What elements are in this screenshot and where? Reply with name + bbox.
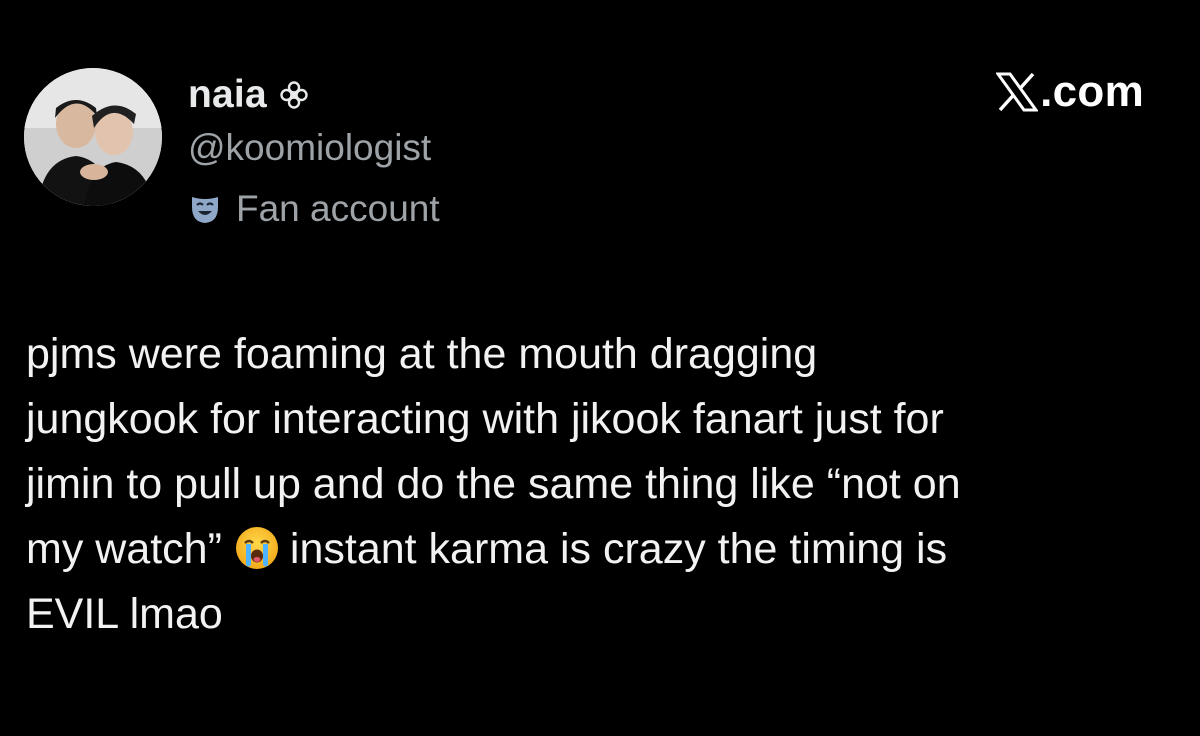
brand-suffix: .com (1040, 67, 1144, 116)
display-name-row: naia (188, 72, 309, 118)
tweet-line: EVIL lmao (26, 590, 223, 638)
account-label: Fan account (188, 186, 440, 232)
tweet-segment: instant karma is crazy the timing is (289, 525, 948, 573)
tweet-line-with-emoji: my watch” instant karma is crazy the tim… (26, 517, 1186, 582)
tweet-line: jimin to pull up and do the same thing l… (26, 460, 961, 508)
tweet-segment: my watch” (26, 525, 222, 573)
theater-mask-icon (188, 192, 222, 226)
avatar-photo (24, 68, 162, 206)
tweet-text: pjms were foaming at the mouth dragging … (26, 322, 1186, 647)
x-logo-icon (995, 71, 1040, 113)
account-label-text: Fan account (236, 188, 440, 229)
tweet-line: pjms were foaming at the mouth dragging (26, 330, 818, 378)
tweet-line: jungkook for interacting with jikook fan… (26, 395, 944, 443)
display-name[interactable]: naia (188, 73, 267, 117)
flower-icon (279, 80, 309, 110)
avatar[interactable] (24, 68, 162, 206)
loudly-crying-face-emoji (234, 525, 280, 571)
user-handle[interactable]: @koomiologist (188, 126, 431, 170)
brand-watermark: .com (995, 64, 1144, 120)
